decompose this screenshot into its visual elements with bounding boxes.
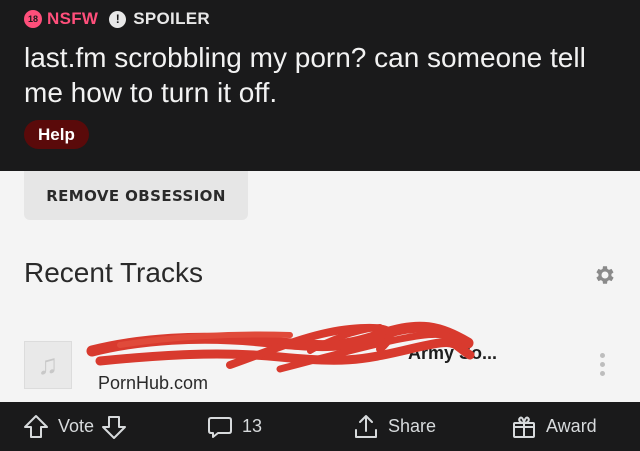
- track-row[interactable]: ♫ Army So... PornHub.com: [0, 321, 640, 396]
- post-title[interactable]: last.fm scrobbling my porn? can someone …: [24, 40, 624, 110]
- redaction-scribble: [86, 321, 475, 373]
- nsfw-icon: 18: [24, 10, 42, 28]
- more-vertical-icon[interactable]: [596, 353, 608, 383]
- share-icon: [355, 414, 377, 438]
- post-action-bar: Vote 13 Share Award: [0, 402, 640, 451]
- spoiler-icon: !: [109, 10, 127, 28]
- nsfw-tag: NSFW: [47, 9, 99, 28]
- post-flair[interactable]: Help: [24, 120, 89, 149]
- post-header: 18 NSFW ! SPOILER last.fm scrobbling my …: [0, 0, 640, 171]
- share-button[interactable]: Share: [352, 402, 436, 451]
- remove-obsession-button[interactable]: REMOVE OBSESSION: [24, 171, 248, 220]
- post-image[interactable]: REMOVE OBSESSION Recent Tracks ♫ Army So…: [0, 171, 640, 402]
- vote-controls: Vote: [22, 402, 128, 451]
- award-button[interactable]: Award: [510, 402, 597, 451]
- comment-icon: [208, 416, 232, 438]
- share-label: Share: [388, 416, 437, 436]
- vote-label: Vote: [58, 416, 95, 436]
- recent-tracks-heading: Recent Tracks: [24, 257, 203, 288]
- comments-button[interactable]: 13: [206, 402, 262, 451]
- downvote-icon[interactable]: [100, 413, 128, 441]
- comments-count: 13: [242, 416, 263, 436]
- spoiler-tag: SPOILER: [133, 9, 210, 28]
- post-flags: 18 NSFW ! SPOILER: [24, 8, 210, 30]
- award-label: Award: [546, 416, 597, 436]
- music-note-icon: ♫: [24, 341, 72, 389]
- upvote-icon[interactable]: [22, 413, 50, 441]
- gift-icon: [513, 416, 535, 438]
- gear-icon[interactable]: [593, 263, 617, 287]
- track-artist[interactable]: PornHub.com: [98, 373, 208, 394]
